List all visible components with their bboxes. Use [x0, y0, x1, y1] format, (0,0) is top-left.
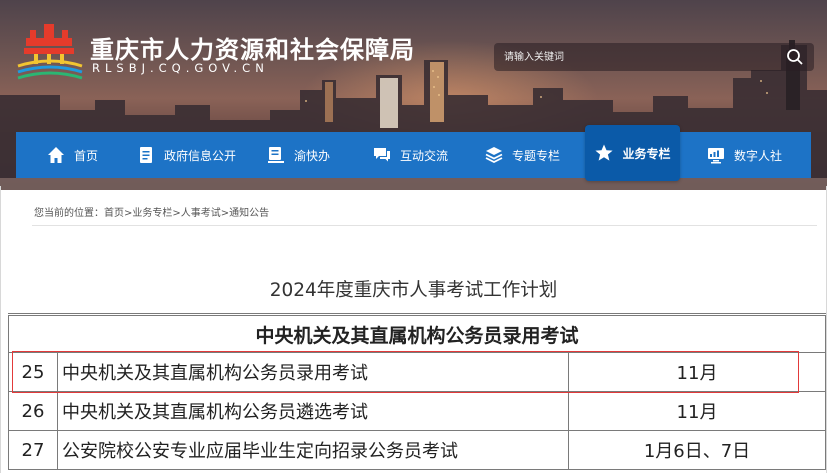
exam-name: 公安院校公安专业应届毕业生定向招录公务员考试 — [57, 430, 569, 470]
id-card-icon — [268, 147, 284, 163]
breadcrumb: 您当前的位置：首页>业务专栏>人事考试>通知公告 — [34, 204, 269, 219]
breadcrumb-item-home[interactable]: 首页 — [104, 208, 124, 219]
nav-item-home[interactable]: 首页 — [46, 132, 98, 178]
nav-item-yukuaiban[interactable]: 渝快办 — [266, 132, 330, 178]
breadcrumb-item-personnel-exam[interactable]: 人事考试 — [181, 208, 221, 219]
site-domain: RLSBJ.CQ.GOV.CN — [92, 61, 269, 75]
breadcrumb-prefix: 您当前的位置： — [34, 208, 104, 219]
logo-emblem-icon — [17, 24, 83, 80]
search-box — [494, 43, 814, 71]
exam-month: 1月6日、7日 — [568, 430, 826, 470]
divider — [32, 225, 817, 226]
row-number: 26 — [8, 391, 58, 431]
exam-name: 中央机关及其直属机构公务员遴选考试 — [57, 391, 569, 431]
breadcrumb-separator: > — [172, 208, 181, 219]
row-number: 27 — [8, 430, 58, 470]
nav-item-interaction[interactable]: 互动交流 — [372, 132, 448, 178]
nav-item-digital-hr[interactable]: 数字人社 — [706, 132, 782, 178]
exam-name: 中央机关及其直属机构公务员录用考试 — [57, 352, 569, 392]
table-row: 25 中央机关及其直属机构公务员录用考试 11月 — [8, 352, 826, 392]
nav-item-gov-info[interactable]: 政府信息公开 — [136, 132, 236, 178]
site-title[interactable]: 重庆市人力资源和社会保障局 — [90, 30, 415, 65]
home-icon — [48, 147, 64, 163]
page-title: 2024年度重庆市人事考试工作计划 — [269, 280, 558, 301]
nav-item-label: 政府信息公开 — [164, 148, 237, 163]
row-number: 25 — [8, 352, 58, 392]
breadcrumb-separator: > — [220, 208, 230, 219]
nav-item-label: 互动交流 — [400, 148, 449, 163]
breadcrumb-item-notices[interactable]: 通知公告 — [229, 208, 269, 219]
chat-icon — [374, 148, 390, 162]
table-section-header-row: 中央机关及其直属机构公务员录用考试 — [8, 313, 826, 353]
nav-item-label: 首页 — [74, 148, 99, 163]
nav-item-label: 业务专栏 — [622, 146, 671, 161]
layers-icon — [485, 147, 503, 164]
exam-month: 11月 — [568, 352, 826, 392]
table-row: 27 公安院校公安专业应届毕业生定向招录公务员考试 1月6日、7日 — [8, 430, 826, 470]
exam-month: 11月 — [568, 391, 826, 431]
document-icon — [140, 147, 152, 163]
star-icon — [595, 144, 614, 161]
main-nav: 首页 政府信息公开 渝快办 互动交流 专题专栏 业务专栏 数字人社 — [16, 125, 811, 181]
nav-item-special-topics[interactable]: 专题专栏 — [484, 132, 560, 178]
nav-item-label: 专题专栏 — [512, 148, 561, 163]
table-section-header: 中央机关及其直属机构公务员录用考试 — [8, 313, 826, 353]
search-icon[interactable] — [786, 48, 804, 66]
monitor-icon — [708, 148, 724, 164]
nav-item-business[interactable]: 业务专栏 — [585, 125, 680, 181]
breadcrumb-item-business[interactable]: 业务专栏 — [132, 208, 172, 219]
nav-item-label: 数字人社 — [734, 148, 783, 163]
exam-plan-table: 中央机关及其直属机构公务员录用考试 25 中央机关及其直属机构公务员录用考试 1… — [8, 313, 826, 470]
nav-item-label: 渝快办 — [294, 148, 331, 163]
table-row: 26 中央机关及其直属机构公务员遴选考试 11月 — [8, 391, 826, 431]
page-border-left — [0, 186, 1, 473]
search-input[interactable] — [504, 43, 774, 71]
